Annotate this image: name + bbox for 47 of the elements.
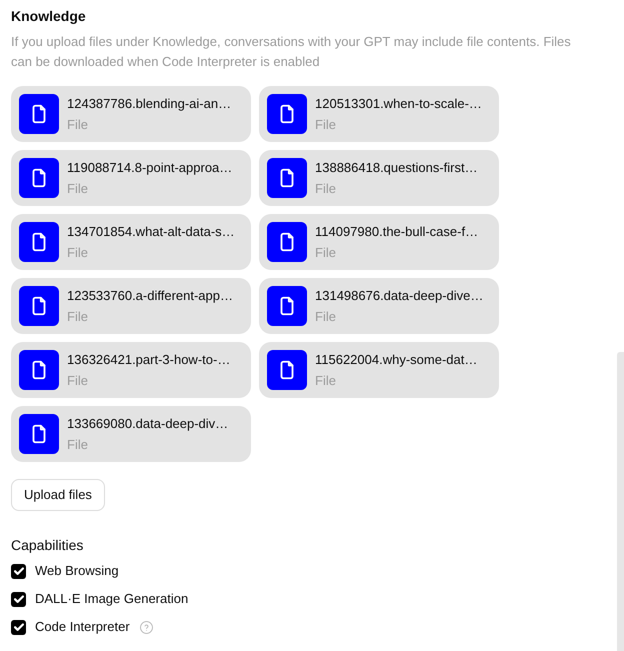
- checkmark-icon: [14, 567, 24, 575]
- file-type: File: [67, 244, 89, 261]
- checkbox-label: Web Browsing: [35, 562, 119, 580]
- checkbox-label: Code Interpreter: [35, 618, 130, 636]
- file-name: 115622004.why-some-dat…: [315, 351, 478, 368]
- file-name: 124387786.blending-ai-an…: [67, 95, 232, 112]
- checkbox[interactable]: [11, 564, 26, 578]
- file-icon: [267, 350, 307, 390]
- file-name: 120513301.when-to-scale-…: [315, 95, 482, 112]
- file-name: 133669080.data-deep-div…: [67, 415, 228, 432]
- file-icon: [267, 286, 307, 326]
- file-icon: [19, 94, 59, 134]
- file-icon: [19, 222, 59, 262]
- file-type: File: [67, 180, 89, 197]
- file-type: File: [315, 372, 337, 389]
- file-icon: [267, 222, 307, 262]
- file-name: 119088714.8-point-approa…: [67, 159, 232, 176]
- file-icon: [267, 158, 307, 198]
- file-type: File: [67, 116, 89, 133]
- checkbox[interactable]: [11, 592, 26, 606]
- file-name: 114097980.the-bull-case-f…: [315, 223, 478, 240]
- file-icon: [19, 286, 59, 326]
- upload-files-button[interactable]: Upload files: [11, 479, 105, 511]
- file-name: 138886418.questions-first…: [315, 159, 478, 176]
- file-name: 134701854.what-alt-data-s…: [67, 223, 235, 240]
- section-title: Capabilities: [11, 536, 84, 554]
- file-type: File: [315, 244, 337, 261]
- file-icon: [19, 414, 59, 454]
- file-type: File: [315, 180, 337, 197]
- file-name: 136326421.part-3-how-to-…: [67, 351, 230, 368]
- file-name: 123533760.a-different-app…: [67, 287, 233, 304]
- file-type: File: [67, 308, 89, 325]
- checkmark-icon: [14, 623, 24, 631]
- file-type: File: [67, 436, 89, 453]
- checkbox[interactable]: [11, 620, 26, 634]
- checkbox-label: DALL·E Image Generation: [35, 590, 188, 608]
- file-type: File: [315, 116, 337, 133]
- scrollbar-thumb[interactable]: [617, 352, 624, 651]
- section-description: If you upload files under Knowledge, conversations with your GPT may include file contents. Files can be downloaded when Code Interpreter is enabled: [11, 33, 572, 71]
- file-type: File: [315, 308, 337, 325]
- checkmark-icon: [14, 595, 24, 603]
- file-icon: [19, 158, 59, 198]
- file-name: 131498676.data-deep-dive…: [315, 287, 484, 304]
- section-title: Knowledge: [11, 7, 87, 25]
- file-icon: [19, 350, 59, 390]
- file-type: File: [67, 372, 89, 389]
- file-icon: [267, 94, 307, 134]
